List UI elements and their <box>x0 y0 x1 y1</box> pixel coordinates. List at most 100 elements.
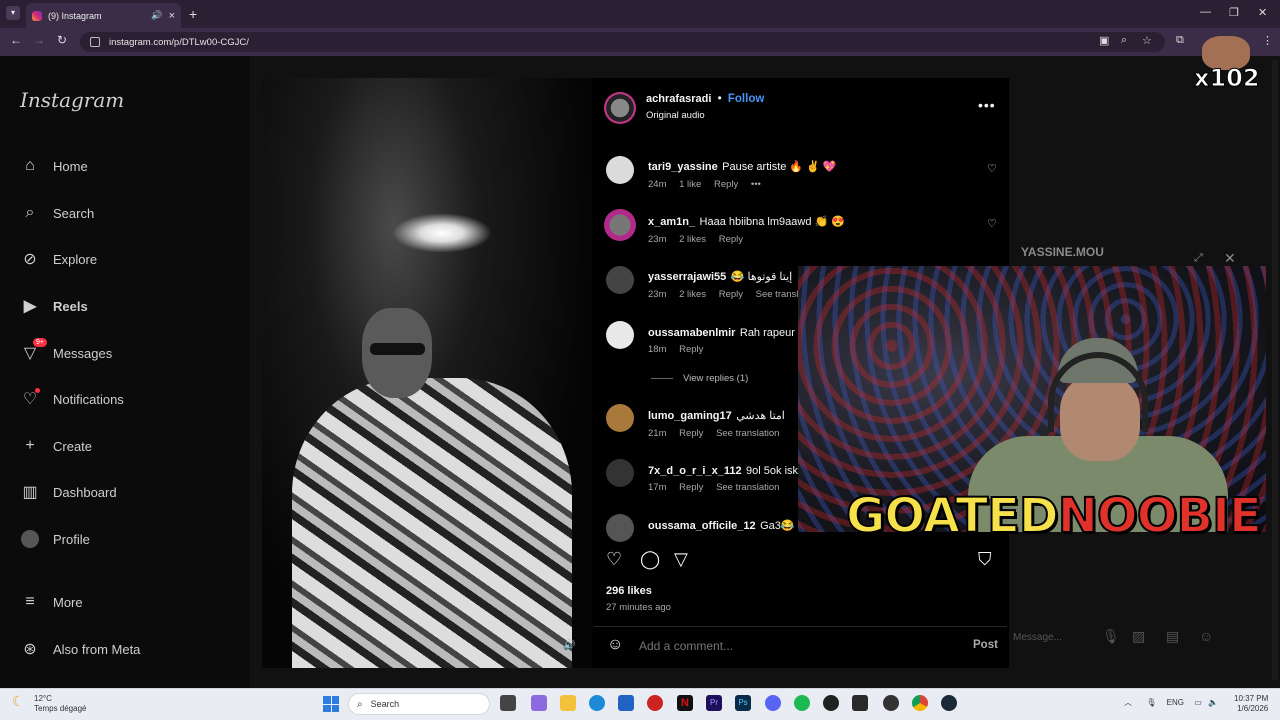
close-tab-icon[interactable]: × <box>169 10 175 22</box>
volume-icon[interactable]: 🔈 <box>1208 698 1218 707</box>
sidebar-item-dashboard[interactable]: ▥ Dashboard <box>20 482 116 502</box>
share-send-icon[interactable]: ▽ <box>674 549 688 570</box>
network-icon[interactable]: ▭ <box>1194 698 1202 707</box>
view-replies-button[interactable]: View replies (1) <box>651 373 748 384</box>
reply-button[interactable]: Reply <box>679 344 703 355</box>
reply-button[interactable]: Reply <box>679 428 703 439</box>
comment-avatar[interactable] <box>604 209 636 241</box>
address-bar[interactable]: instagram.com/p/DTLw00-CGJC/ <box>80 32 1165 52</box>
add-comment-input[interactable] <box>639 639 939 653</box>
site-info-icon[interactable] <box>90 37 100 47</box>
back-icon[interactable]: ← <box>10 33 22 47</box>
image-icon[interactable]: ▨ <box>1132 628 1145 645</box>
see-translation-link[interactable]: See translation <box>716 428 779 439</box>
sidebar-item-explore[interactable]: ⊘ Explore <box>20 249 97 269</box>
expand-icon[interactable]: ⤢ <box>1194 252 1203 265</box>
cast-icon[interactable]: ▣ <box>1099 34 1109 47</box>
comment-username[interactable]: tari9_yassine <box>648 161 718 173</box>
see-translation-link[interactable]: See translation <box>716 482 779 493</box>
comment-likes[interactable]: 2 likes <box>679 289 706 300</box>
comment-username[interactable]: oussama_officile_12 <box>648 520 756 532</box>
comment-username[interactable]: 7x_d_o_r_i_x_112 <box>648 465 742 477</box>
sidebar-item-create[interactable]: + Create <box>20 436 92 456</box>
sidebar-item-reels[interactable]: ▶ Reels <box>20 296 88 316</box>
weather-widget[interactable]: ☾ 12°C Temps dégagé <box>12 694 86 714</box>
edge-icon[interactable] <box>589 695 605 711</box>
follow-button[interactable]: Follow <box>728 93 764 105</box>
chat-message-input[interactable]: Message... <box>1013 632 1062 643</box>
close-window-icon[interactable]: ✕ <box>1258 6 1267 19</box>
comment-like-heart-icon[interactable]: ♡ <box>987 162 997 175</box>
premiere-icon[interactable]: Pr <box>706 695 722 711</box>
task-view-icon[interactable] <box>500 695 516 711</box>
tab-list-button[interactable]: ▾ <box>6 6 20 20</box>
sidebar-item-messages[interactable]: ▽ 9+ Messages <box>20 338 112 363</box>
mic-tray-icon[interactable]: 🎙 <box>1146 698 1156 707</box>
comment-username[interactable]: x_am1n_ <box>648 216 695 228</box>
taskbar-clock[interactable]: 10:37 PM 1/6/2026 <box>1234 694 1268 714</box>
system-tray[interactable]: ︿ 🎙 ENG ▭ 🔈 <box>1124 697 1218 708</box>
zoom-icon[interactable]: ⌕ <box>1121 34 1127 47</box>
reply-button[interactable]: Reply <box>719 234 743 245</box>
comment-avatar[interactable] <box>606 514 634 542</box>
save-bookmark-icon[interactable]: ⛉ <box>978 549 992 570</box>
comment-avatar[interactable] <box>606 156 634 184</box>
sidebar-item-also-from-meta[interactable]: ⊛ Also from Meta <box>20 639 140 659</box>
browser-menu-icon[interactable]: ⋮ <box>1262 34 1273 47</box>
author-username[interactable]: achrafasradi <box>646 93 711 105</box>
sidebar-item-profile[interactable]: Profile <box>20 529 90 549</box>
tray-overflow-icon[interactable]: ︿ <box>1124 698 1132 707</box>
language-indicator[interactable]: ENG <box>1167 698 1184 707</box>
emoji-icon[interactable]: ☺ <box>607 636 623 654</box>
bookmark-star-icon[interactable]: ☆ <box>1142 34 1152 47</box>
windows-start-icon[interactable] <box>323 696 339 712</box>
speaker-icon[interactable]: 🔊 <box>151 10 162 21</box>
sidebar-item-search[interactable]: ⌕ Search <box>20 203 95 223</box>
photoshop-icon[interactable]: Ps <box>735 695 751 711</box>
microphone-icon[interactable]: 🎙 <box>1102 628 1120 645</box>
comment-likes[interactable]: 1 like <box>679 179 701 190</box>
obs-icon[interactable] <box>823 695 839 711</box>
comment-like-heart-icon[interactable]: ♡ <box>987 217 997 230</box>
reload-icon[interactable]: ↻ <box>57 33 67 47</box>
copilot-icon[interactable] <box>531 695 547 711</box>
steam-icon[interactable] <box>941 695 957 711</box>
comment-username[interactable]: oussamabenlmir <box>648 327 735 339</box>
discord-icon[interactable] <box>765 695 781 711</box>
comment-username[interactable]: yasserrajawi55 <box>648 271 726 283</box>
comment-likes[interactable]: 2 likes <box>679 234 706 245</box>
audio-toggle-icon[interactable]: 🔊 <box>563 640 579 654</box>
reply-button[interactable]: Reply <box>714 179 738 190</box>
instagram-logo[interactable]: Instagram <box>20 88 124 112</box>
sidebar-item-home[interactable]: ⌂ Home <box>20 156 88 176</box>
page-scrollbar[interactable] <box>1272 60 1278 680</box>
author-avatar[interactable] <box>604 92 636 124</box>
minimize-icon[interactable]: — <box>1200 6 1211 18</box>
netflix-icon[interactable]: N <box>677 695 693 711</box>
reel-video[interactable] <box>262 78 592 668</box>
see-translation-link[interactable]: See transla <box>756 289 798 300</box>
spotify-icon[interactable] <box>794 695 810 711</box>
comment-username[interactable]: lumo_gaming17 <box>648 410 732 422</box>
new-tab-button[interactable]: + <box>189 6 197 22</box>
forward-icon[interactable]: → <box>33 33 45 47</box>
comment-avatar[interactable] <box>606 321 634 349</box>
chrome-icon[interactable] <box>912 695 928 711</box>
store-icon[interactable] <box>618 695 634 711</box>
post-comment-button[interactable]: Post <box>973 639 998 651</box>
sticker-icon[interactable]: ▤ <box>1166 628 1179 645</box>
file-explorer-icon[interactable] <box>560 695 576 711</box>
more-options-icon[interactable]: ••• <box>978 97 996 113</box>
comment-avatar[interactable] <box>606 266 634 294</box>
like-count[interactable]: 296 likes <box>606 585 652 597</box>
taskbar-search[interactable]: ⌕ Search <box>348 693 490 715</box>
emoji-sticker-icon[interactable]: ☺ <box>1199 628 1213 644</box>
reply-button[interactable]: Reply <box>679 482 703 493</box>
comment-bubble-icon[interactable]: ◯ <box>640 549 660 570</box>
browser-tab[interactable]: (9) Instagram 🔊 × <box>26 3 181 28</box>
sidebar-item-notifications[interactable]: ♡ Notifications <box>20 388 124 409</box>
opera-icon[interactable] <box>647 695 663 711</box>
chat-window-title[interactable]: YASSINE.MOU <box>1021 245 1104 259</box>
audio-label[interactable]: Original audio <box>646 110 705 121</box>
close-chat-icon[interactable]: ✕ <box>1224 250 1236 267</box>
